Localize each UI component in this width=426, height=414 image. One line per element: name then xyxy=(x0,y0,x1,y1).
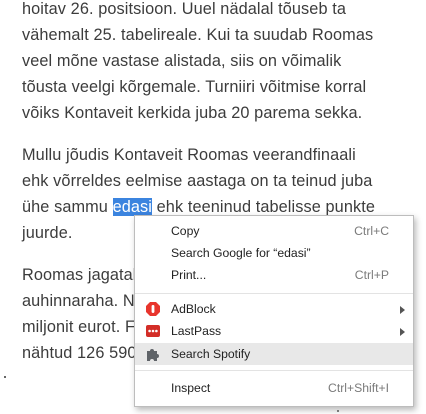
article-line: miljonit eurot. F xyxy=(22,318,135,336)
article-line: võiks Kontaveit kerkida juba 20 parema s… xyxy=(22,104,363,122)
menu-item-print[interactable]: Print... Ctrl+P xyxy=(135,264,413,286)
text-after-selection: ehk teeninud tabelisse punkte xyxy=(152,198,375,216)
article-line: ehk võrreldes eelmise aastaga on ta tein… xyxy=(22,172,373,190)
menu-item-copy[interactable]: Copy Ctrl+C xyxy=(135,220,413,242)
menu-item-search-spotify[interactable]: Search Spotify xyxy=(135,343,413,365)
article-line: juurde. xyxy=(22,224,73,242)
menu-item-inspect[interactable]: Inspect Ctrl+Shift+I xyxy=(135,377,413,399)
article-line: auhinnaraha. Na xyxy=(22,292,144,310)
article-line: Mullu jõudis Kontaveit Roomas veerandfin… xyxy=(22,146,356,164)
adblock-icon xyxy=(146,302,160,316)
article-line: hoitav 26. positsioon. Uuel nädalal tõus… xyxy=(22,0,347,18)
menu-separator xyxy=(135,293,413,294)
stray-dot xyxy=(337,410,339,412)
lastpass-icon xyxy=(146,325,160,337)
article-line: veel mõne vastase alistada, siis on võim… xyxy=(22,52,342,70)
menu-item-adblock[interactable]: AdBlock xyxy=(135,298,413,320)
text-before-selection: ühe sammu xyxy=(22,198,113,216)
article-line: tõusta veelgi kõrgemale. Turniiri võitmi… xyxy=(22,78,367,96)
context-menu: Copy Ctrl+C Search Google for “edasi” Pr… xyxy=(134,215,414,407)
puzzle-extension-icon xyxy=(147,349,159,361)
article-line: Roomas jagatal xyxy=(22,266,137,284)
article-line: vähemalt 25. tabelireale. Kui ta suudab … xyxy=(22,26,374,44)
menu-item-lastpass[interactable]: LastPass xyxy=(135,320,413,342)
stray-dot xyxy=(4,376,6,378)
menu-item-search-google[interactable]: Search Google for “edasi” xyxy=(135,242,413,264)
submenu-arrow-icon xyxy=(400,306,405,314)
menu-separator xyxy=(135,370,413,371)
article-line: nähtud 126 590 xyxy=(22,344,137,362)
selected-text[interactable]: edasi xyxy=(112,198,153,216)
submenu-arrow-icon xyxy=(400,328,405,336)
